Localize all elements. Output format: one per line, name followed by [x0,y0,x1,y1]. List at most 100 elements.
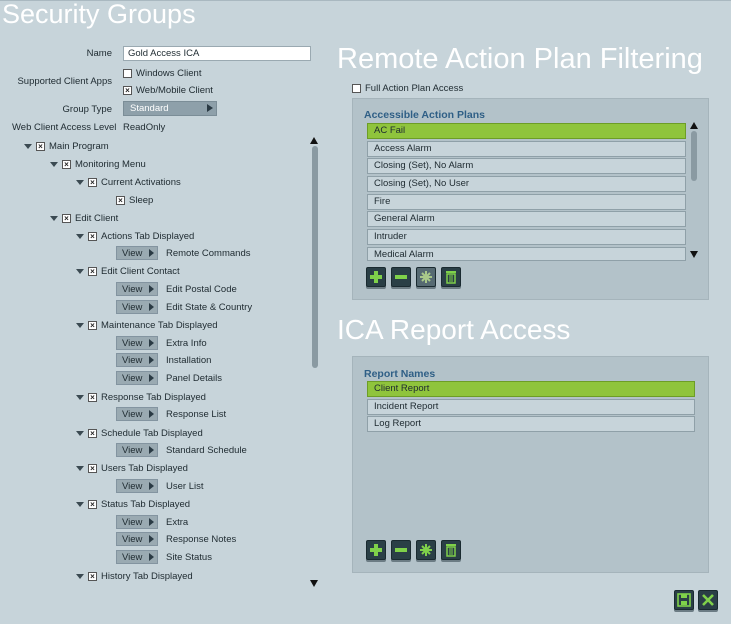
expand-arrow-icon[interactable] [76,465,84,471]
tree-checkbox[interactable]: × [88,428,97,438]
tree-checkbox[interactable]: × [88,463,97,473]
expand-arrow-icon[interactable] [76,394,84,400]
remove-action-plan-button[interactable] [391,267,411,287]
expand-arrow-icon[interactable] [50,161,58,167]
view-label: View [122,247,143,259]
scroll-up-icon[interactable] [690,122,698,129]
view-button[interactable]: View [116,407,158,421]
view-button[interactable]: View [116,532,158,546]
full-action-plan-access-option[interactable]: Full Action Plan Access [352,83,463,94]
add-report-button[interactable] [366,540,386,560]
name-input[interactable]: Gold Access ICA [123,46,311,61]
tree-label: Main Program [49,140,109,152]
action-plan-item[interactable]: Fire [367,194,686,210]
view-button[interactable]: View [116,550,158,564]
tree-label: Response Notes [166,533,237,545]
tree-label: Monitoring Menu [75,158,146,170]
windows-client-option[interactable]: Windows Client [123,68,201,79]
tree-node-edit-client-contact[interactable]: × Edit Client Contact [76,264,180,278]
tree-node-response-tab[interactable]: × Response Tab Displayed [76,390,206,404]
tree-checkbox[interactable]: × [88,571,97,581]
tree-node-maintenance-tab[interactable]: × Maintenance Tab Displayed [76,318,218,332]
delete-action-plans-button[interactable] [441,267,461,287]
report-item[interactable]: Client Report [367,381,695,397]
save-button[interactable] [674,590,694,610]
windows-client-checkbox[interactable] [123,69,132,78]
full-action-plan-access-checkbox[interactable] [352,84,361,93]
trash-icon [446,544,456,557]
tree-label: Status Tab Displayed [101,498,191,510]
action-plan-item[interactable]: General Alarm [367,211,686,227]
tree-checkbox[interactable]: × [88,177,97,187]
expand-arrow-icon[interactable] [76,573,84,579]
tree-checkbox[interactable]: × [88,320,97,330]
expand-arrow-icon[interactable] [24,143,32,149]
expand-arrow-icon[interactable] [76,430,84,436]
delete-reports-button[interactable] [441,540,461,560]
view-button[interactable]: View [116,515,158,529]
tree-checkbox[interactable]: × [88,499,97,509]
view-button[interactable]: View [116,336,158,350]
view-button[interactable]: View [116,443,158,457]
view-label: View [122,533,143,545]
tree-node-edit-client[interactable]: × Edit Client [50,211,118,225]
scroll-down-icon[interactable] [690,251,698,258]
group-type-select[interactable]: Standard [123,101,217,116]
web-mobile-client-checkbox[interactable]: × [123,86,132,95]
tree-checkbox[interactable]: × [116,195,125,205]
chevron-right-icon [149,374,154,382]
expand-arrow-icon[interactable] [76,233,84,239]
tree-checkbox[interactable]: × [88,231,97,241]
expand-arrow-icon[interactable] [76,179,84,185]
add-action-plan-button[interactable] [366,267,386,287]
report-item[interactable]: Incident Report [367,399,695,415]
scroll-down-icon[interactable] [310,580,318,587]
expand-arrow-icon[interactable] [76,268,84,274]
select-all-action-plans-button[interactable] [416,267,436,287]
view-button[interactable]: View [116,246,158,260]
report-item[interactable]: Log Report [367,416,695,432]
select-all-reports-button[interactable] [416,540,436,560]
tree-checkbox[interactable]: × [62,159,71,169]
web-client-access-value: ReadOnly [123,122,166,133]
action-plan-item[interactable]: Medical Alarm [367,247,686,261]
tree-node-sleep[interactable]: × Sleep [116,193,153,207]
action-plans-scrollbar-thumb[interactable] [691,131,697,181]
remove-report-button[interactable] [391,540,411,560]
tree-node-monitoring-menu[interactable]: × Monitoring Menu [50,157,146,171]
action-plan-item[interactable]: Access Alarm [367,141,686,157]
tree-node-schedule-tab[interactable]: × Schedule Tab Displayed [76,426,203,440]
chevron-right-icon [149,553,154,561]
tree-node-history-tab[interactable]: × History Tab Displayed [76,569,193,583]
tree-label: Panel Details [166,372,222,384]
action-plan-item[interactable]: Closing (Set), No Alarm [367,158,686,174]
action-plan-item[interactable]: Closing (Set), No User [367,176,686,192]
tree-checkbox[interactable]: × [62,213,71,223]
view-button[interactable]: View [116,282,158,296]
expand-arrow-icon[interactable] [50,215,58,221]
cancel-button[interactable] [698,590,718,610]
action-plan-item[interactable]: Intruder [367,229,686,245]
action-plan-item[interactable]: AC Fail [367,123,686,139]
tree-checkbox[interactable]: × [36,141,45,151]
view-button[interactable]: View [116,300,158,314]
expand-arrow-icon[interactable] [76,501,84,507]
view-button[interactable]: View [116,371,158,385]
tree-checkbox[interactable]: × [88,266,97,276]
scroll-up-icon[interactable] [310,137,318,144]
tree-node-response-list: View Response List [116,407,226,421]
tree-checkbox[interactable]: × [88,392,97,402]
tree-node-current-activations[interactable]: × Current Activations [76,175,181,189]
tree-scrollbar-thumb[interactable] [312,146,318,368]
expand-arrow-icon[interactable] [76,322,84,328]
tree-node-main-program[interactable]: × Main Program [24,139,109,153]
tree-node-status-tab[interactable]: × Status Tab Displayed [76,497,190,511]
view-button[interactable]: View [116,479,158,493]
chevron-right-icon [207,104,213,112]
tree-node-users-tab[interactable]: × Users Tab Displayed [76,461,188,475]
web-mobile-client-option[interactable]: × Web/Mobile Client [123,85,213,96]
tree-node-installation: View Installation [116,353,211,367]
plus-icon [370,271,382,283]
tree-node-actions-tab[interactable]: × Actions Tab Displayed [76,229,194,243]
view-button[interactable]: View [116,353,158,367]
